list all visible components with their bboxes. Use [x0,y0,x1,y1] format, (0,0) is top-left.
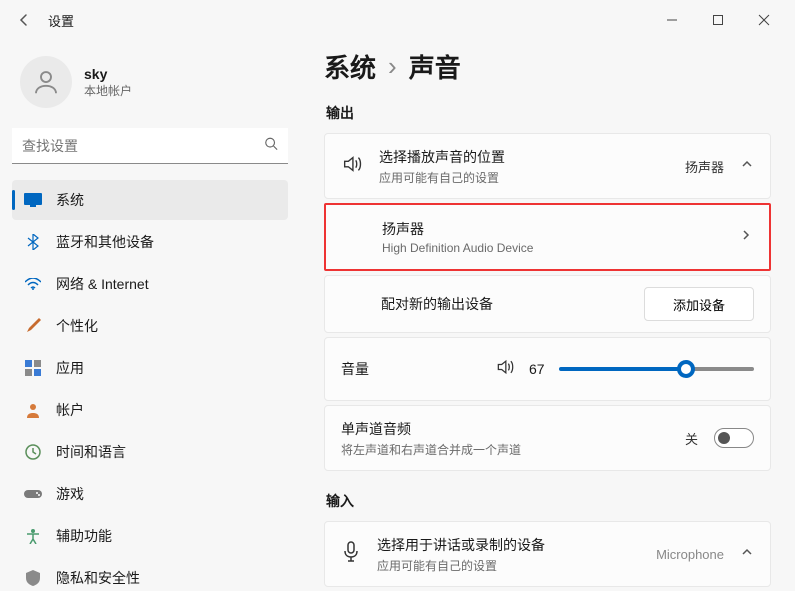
user-block[interactable]: sky 本地帐户 [12,48,288,124]
nav-label: 系统 [56,190,84,210]
nav-item-time-language[interactable]: 时间和语言 [12,432,288,472]
clock-icon [24,443,42,461]
maximize-icon [712,14,724,26]
user-icon [31,67,61,97]
output-card: 选择播放声音的位置 应用可能有自己的设置 扬声器 [324,133,771,199]
mono-state: 关 [685,429,698,448]
record-subtitle: 应用可能有自己的设置 [377,557,640,574]
nav: 系统 蓝牙和其他设备 网络 & Internet 个性化 应用 帐户 [12,180,288,591]
system-icon [24,191,42,209]
volume-icon[interactable] [495,357,515,382]
mono-subtitle: 将左声道和右声道合并成一个声道 [341,441,669,458]
mono-card: 单声道音频 将左声道和右声道合并成一个声道 关 [324,405,771,471]
nav-label: 帐户 [56,400,84,420]
volume-label: 音量 [341,359,481,379]
search-icon [264,137,278,156]
nav-label: 蓝牙和其他设备 [56,232,154,252]
pair-card: 配对新的输出设备 添加设备 [324,275,771,333]
nav-item-privacy[interactable]: 隐私和安全性 [12,558,288,591]
nav-label: 网络 & Internet [56,274,149,294]
avatar [20,56,72,108]
record-row[interactable]: 选择用于讲话或录制的设备 应用可能有自己的设置 Microphone [325,522,770,586]
user-subtitle: 本地帐户 [84,82,132,99]
minimize-button[interactable] [649,4,695,36]
nav-label: 辅助功能 [56,526,112,546]
volume-value: 67 [529,361,545,377]
close-button[interactable] [741,4,787,36]
nav-item-gaming[interactable]: 游戏 [12,474,288,514]
window-title: 设置 [48,11,74,30]
speaker-title: 扬声器 [382,219,723,239]
chevron-right-icon: › [388,51,397,82]
back-button[interactable] [8,4,40,36]
sidebar: sky 本地帐户 系统 蓝牙和其他设备 网络 & Internet [0,40,300,591]
nav-item-system[interactable]: 系统 [12,180,288,220]
search-input[interactable] [12,128,288,164]
brush-icon [24,317,42,335]
minimize-icon [666,14,678,26]
mono-title: 单声道音频 [341,419,669,439]
titlebar: 设置 [0,0,795,40]
nav-item-network[interactable]: 网络 & Internet [12,264,288,304]
add-device-button[interactable]: 添加设备 [644,287,754,321]
breadcrumb: 系统 › 声音 [324,48,771,85]
nav-item-apps[interactable]: 应用 [12,348,288,388]
breadcrumb-root[interactable]: 系统 [324,48,376,85]
section-output-title: 输出 [326,103,771,123]
nav-label: 游戏 [56,484,84,504]
microphone-icon [341,541,361,568]
nav-label: 时间和语言 [56,442,126,462]
nav-label: 个性化 [56,316,98,336]
mono-row: 单声道音频 将左声道和右声道合并成一个声道 关 [325,406,770,470]
speaker-subtitle: High Definition Audio Device [382,241,723,255]
network-icon [24,275,42,293]
accounts-icon [24,401,42,419]
section-input-title: 输入 [326,491,771,511]
pair-title: 配对新的输出设备 [381,294,628,314]
nav-item-personalization[interactable]: 个性化 [12,306,288,346]
volume-row: 音量 67 [324,337,771,401]
back-icon [16,12,32,28]
chevron-right-icon [739,228,753,247]
main-content: 系统 › 声音 输出 选择播放声音的位置 应用可能有自己的设置 扬声器 扬声器 … [300,40,795,591]
nav-item-bluetooth[interactable]: 蓝牙和其他设备 [12,222,288,262]
playback-title: 选择播放声音的位置 [379,147,669,167]
speaker-device-row[interactable]: 扬声器 High Definition Audio Device [326,205,769,269]
record-value: Microphone [656,547,724,562]
nav-label: 应用 [56,358,84,378]
search-wrap [12,128,288,164]
record-title: 选择用于讲话或录制的设备 [377,535,640,555]
playback-subtitle: 应用可能有自己的设置 [379,169,669,186]
window-controls [649,4,787,36]
chevron-up-icon [740,545,754,564]
shield-icon [24,569,42,587]
chevron-up-icon [740,157,754,176]
playback-row[interactable]: 选择播放声音的位置 应用可能有自己的设置 扬声器 [325,134,770,198]
nav-item-accounts[interactable]: 帐户 [12,390,288,430]
bluetooth-icon [24,233,42,251]
maximize-button[interactable] [695,4,741,36]
breadcrumb-current: 声音 [409,48,461,85]
apps-icon [24,359,42,377]
mono-toggle[interactable] [714,428,754,448]
gaming-icon [24,485,42,503]
volume-slider[interactable] [559,367,754,371]
speaker-device-card: 扬声器 High Definition Audio Device [324,203,771,271]
accessibility-icon [24,527,42,545]
speaker-icon [341,153,363,180]
nav-label: 隐私和安全性 [56,568,140,588]
close-icon [758,14,770,26]
pair-row: 配对新的输出设备 添加设备 [325,276,770,332]
nav-item-accessibility[interactable]: 辅助功能 [12,516,288,556]
input-card: 选择用于讲话或录制的设备 应用可能有自己的设置 Microphone [324,521,771,587]
user-name: sky [84,66,132,82]
playback-value: 扬声器 [685,157,724,176]
